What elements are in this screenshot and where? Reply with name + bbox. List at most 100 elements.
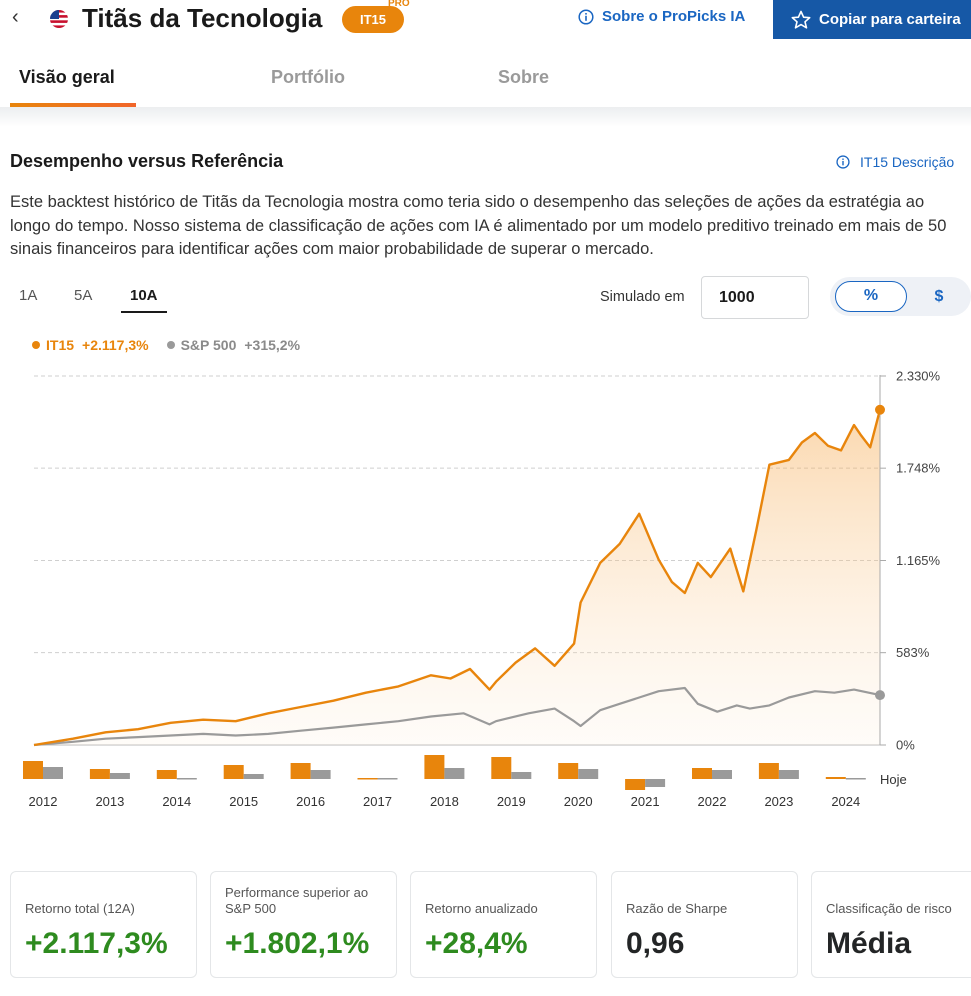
it15-end-point	[875, 404, 885, 415]
stat-label: Performance superior ao S&P 500	[225, 885, 369, 916]
sp500-annual-bar	[377, 778, 398, 780]
it15-annual-bar	[625, 779, 646, 790]
it15-annual-bar	[825, 777, 846, 779]
it15-annual-bar	[491, 757, 512, 779]
legend-sp500-name: S&P 500	[180, 337, 237, 353]
legend-it15-name: IT15	[46, 337, 75, 353]
sp500-annual-bar	[778, 770, 799, 779]
y-tick-label: 1.165%	[896, 553, 941, 568]
x-axis-label: 2013	[95, 794, 124, 809]
stat-label: Retorno total (12A)	[25, 901, 135, 916]
period-10y[interactable]: 10A	[130, 287, 158, 304]
sp500-annual-bar	[645, 779, 666, 787]
x-axis-label: 2020	[564, 794, 593, 809]
toggle-percent-button[interactable]: %	[835, 281, 907, 312]
it15-annual-bar	[156, 770, 177, 779]
tab-portfolio[interactable]: Portfólio	[271, 67, 345, 88]
sp500-annual-bar	[845, 778, 866, 780]
x-axis-label: 2022	[698, 794, 727, 809]
y-tick-label: 2.330%	[896, 369, 941, 384]
x-axis-label: 2015	[229, 794, 258, 809]
stat-value: +1.802,1%	[225, 927, 370, 960]
sp500-annual-bar	[176, 778, 197, 780]
sp500-annual-bar	[511, 772, 532, 779]
stat-value: Média	[826, 927, 912, 960]
about-propicks-link[interactable]: Sobre o ProPicks IA	[578, 8, 745, 25]
x-axis-label: 2018	[430, 794, 459, 809]
it15-annual-bar	[89, 769, 110, 779]
sp500-annual-bar	[310, 770, 331, 779]
x-axis-label: 2012	[29, 794, 58, 809]
stat-value: +2.117,3%	[25, 927, 168, 960]
about-link-label: Sobre o ProPicks IA	[602, 8, 746, 25]
it15-description-link[interactable]: IT15 Descrição	[836, 154, 954, 170]
stat-card-annualized-return: Retorno anualizado +28,4%	[410, 871, 597, 978]
stat-value: 0,96	[626, 927, 685, 960]
sp500-annual-bar	[712, 770, 732, 779]
sp500-annual-bar	[109, 773, 130, 779]
active-period-indicator	[121, 311, 167, 313]
sp500-annual-bar	[444, 768, 465, 779]
star-icon	[791, 10, 811, 29]
section-divider	[0, 107, 971, 127]
period-1y[interactable]: 1A	[19, 287, 37, 304]
it15-annual-bar	[424, 755, 445, 779]
x-axis-label: 2019	[497, 794, 526, 809]
stat-label: Razão de Sharpe	[626, 901, 728, 916]
stat-card-outperformance: Performance superior ao S&P 500 +1.802,1…	[210, 871, 397, 978]
sp500-legend-dot	[166, 341, 175, 349]
section-description: Este backtest histórico de Titãs da Tecn…	[10, 193, 947, 258]
x-axis-label: 2021	[631, 794, 660, 809]
x-axis-label: 2014	[162, 794, 191, 809]
it15-annual-bar	[758, 763, 779, 779]
legend-it15-value: +2.117,3%	[82, 337, 149, 353]
performance-chart: 2.330% 1.748% 1.165% 583% 0% 2012 2013 2014 201…	[23, 369, 941, 809]
simulated-amount-input[interactable]: 1000	[701, 276, 809, 319]
x-axis-label: 2017	[363, 794, 392, 809]
it15-annual-bar	[223, 765, 244, 779]
toggle-dollar-button[interactable]: $	[915, 281, 963, 312]
y-tick-label: 1.748%	[896, 461, 941, 476]
page-title: Titãs da Tecnologia	[82, 3, 323, 33]
sp500-annual-bar	[43, 767, 63, 779]
stat-card-total-return: Retorno total (12A) +2.117,3%	[10, 871, 197, 978]
it15-annual-bar	[357, 778, 378, 780]
it15-annual-bar	[692, 768, 712, 779]
period-5y[interactable]: 5A	[74, 287, 92, 304]
tab-overview[interactable]: Visão geral	[19, 67, 115, 88]
tab-about[interactable]: Sobre	[498, 67, 549, 88]
x-axis-label: 2016	[296, 794, 325, 809]
today-label: Hoje	[880, 772, 907, 787]
chevron-left-icon[interactable]: ‹	[12, 6, 19, 29]
stat-label: Classificação de risco	[826, 901, 952, 916]
it15-legend-dot	[32, 341, 40, 349]
header: ‹ Titãs da Tecnologia IT15 PRO Sobre o P…	[0, 0, 971, 40]
it15-annual-bar	[558, 763, 579, 779]
section-title: Desempenho versus Referência	[10, 151, 284, 171]
copy-to-portfolio-button[interactable]: Copiar para carteira	[773, 0, 971, 39]
tab-bar: Visão geral Portfólio Sobre	[0, 55, 971, 108]
stat-label: Retorno anualizado	[425, 901, 538, 916]
copy-button-label: Copiar para carteira	[819, 11, 961, 28]
stat-card-sharpe-ratio: Razão de Sharpe 0,96	[611, 871, 798, 978]
stat-value: +28,4%	[425, 927, 528, 960]
sp500-end-point	[875, 690, 885, 701]
legend-sp500-value: +315,2%	[244, 337, 301, 353]
it15-area	[34, 409, 880, 745]
it15-annual-bar	[290, 763, 311, 779]
description-link-label: IT15 Descrição	[860, 154, 955, 170]
stat-card-risk-rating: Classificação de risco Média	[811, 871, 971, 978]
info-icon	[578, 8, 594, 25]
pro-label: PRO	[388, 0, 410, 9]
simulated-label: Simulado em	[600, 289, 685, 305]
x-axis-label: 2024	[831, 794, 860, 809]
info-icon	[836, 155, 850, 169]
us-flag-icon	[50, 10, 68, 28]
strategy-badge: IT15	[342, 6, 404, 33]
chart-legend: IT15 +2.117,3% S&P 500 +315,2%	[32, 337, 300, 353]
y-tick-label: 583%	[896, 645, 930, 660]
it15-annual-bar	[23, 761, 43, 779]
x-axis-label: 2023	[764, 794, 793, 809]
sp500-annual-bar	[243, 774, 264, 779]
y-tick-label: 0%	[896, 738, 915, 753]
